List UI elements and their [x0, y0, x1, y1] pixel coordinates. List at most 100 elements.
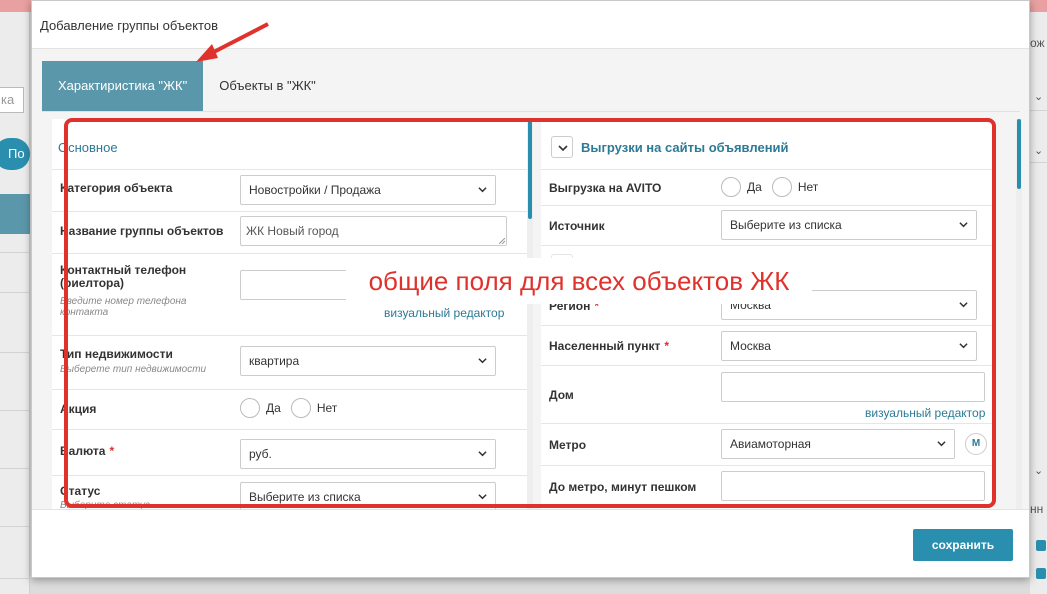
metro-walk-input[interactable] — [721, 471, 985, 501]
background-row-divider — [0, 468, 30, 469]
select-value: Авиамоторная — [730, 437, 811, 451]
field-label: Категория объекта — [60, 181, 173, 195]
location-section-header: Расположение — [541, 245, 995, 285]
field-label: Дом — [549, 388, 574, 402]
field-label: До метро, минут пешком — [549, 480, 697, 494]
field-row-metro: Метро Авиамоторная M — [541, 423, 995, 465]
field-row-category: Категория объекта Новостройки / Продажа — [52, 169, 528, 211]
save-button[interactable]: сохранить — [913, 529, 1013, 561]
select-value: руб. — [249, 447, 272, 461]
chevron-down-icon[interactable]: ⌄ — [1034, 144, 1043, 157]
chevron-down-icon — [937, 441, 946, 447]
calendar-icon[interactable] — [1036, 568, 1046, 579]
promo-radio-group: Да Нет — [240, 398, 347, 418]
background-row-divider — [0, 526, 30, 527]
field-label: Источник — [549, 219, 605, 233]
chevron-down-icon[interactable]: ⌄ — [1034, 90, 1043, 103]
field-label: Населенный пункт * — [549, 339, 669, 353]
field-label: Контактный телефон (риелтора) — [60, 263, 187, 290]
field-hint: Введите номер телефона контакта — [60, 296, 187, 318]
metro-select[interactable]: Авиамоторная — [721, 429, 955, 459]
locality-select[interactable]: Москва — [721, 331, 977, 361]
field-label: Название группы объектов — [60, 224, 224, 238]
field-hint: Выберите статус — [60, 500, 150, 509]
section-title-main: Основное — [58, 140, 118, 155]
radio-label: Да — [747, 180, 762, 194]
select-value: Новостройки / Продажа — [249, 183, 381, 197]
field-label: Регион * — [549, 299, 599, 313]
chevron-down-icon — [478, 494, 487, 500]
collapse-exports-button[interactable] — [551, 136, 573, 158]
visual-editor-link[interactable]: визуальный редактор — [384, 306, 504, 320]
group-name-input[interactable]: ЖК Новый город — [240, 216, 507, 246]
status-select[interactable]: Выберите из списка — [240, 482, 496, 509]
source-select[interactable]: Выберите из списка — [721, 210, 977, 240]
field-row-group-name: Название группы объектов ЖК Новый город — [52, 211, 528, 253]
calendar-icon[interactable] — [1036, 540, 1046, 551]
region-select[interactable]: Москва — [721, 290, 977, 320]
field-label: Акция — [60, 402, 97, 416]
field-label: Тип недвижимости — [60, 347, 173, 361]
background-primary-button[interactable]: По — [0, 138, 30, 170]
chevron-down-icon[interactable]: ⌄ — [1034, 464, 1043, 477]
tab-characteristics[interactable]: Характиристика "ЖК" — [42, 61, 204, 111]
promo-radio-no[interactable] — [290, 398, 311, 418]
radio-label: Да — [266, 401, 281, 415]
avito-radio-yes[interactable] — [721, 177, 741, 197]
section-title-location: Расположение — [581, 258, 663, 272]
chevron-down-icon — [959, 222, 968, 228]
field-row-house: Дом визуальный редактор — [541, 365, 995, 423]
category-select[interactable]: Новостройки / Продажа — [240, 175, 496, 205]
field-label: Метро — [549, 438, 587, 452]
promo-radio-yes[interactable] — [240, 398, 260, 418]
currency-select[interactable]: руб. — [240, 439, 496, 469]
collapse-location-button[interactable] — [551, 254, 573, 276]
visual-editor-link[interactable]: визуальный редактор — [865, 406, 985, 420]
field-label: Выгрузка на AVITO — [549, 181, 662, 195]
metro-map-icon[interactable]: M — [965, 433, 987, 455]
right-pane: Выгрузки на сайты объявлений Выгрузка на… — [541, 119, 995, 509]
tab-divider — [42, 111, 1020, 112]
background-row-divider — [0, 252, 30, 253]
select-value: Выберите из списка — [249, 490, 361, 504]
field-label-text: Регион — [549, 299, 591, 313]
select-value: Выберите из списка — [730, 218, 842, 232]
select-value: Москва — [730, 298, 771, 312]
field-label: Статус — [60, 484, 101, 498]
field-row-locality: Населенный пункт * Москва — [541, 325, 995, 365]
field-row-source: Источник Выберите из списка — [541, 205, 995, 245]
chevron-down-icon — [558, 145, 568, 152]
tab-objects[interactable]: Объекты в "ЖК" — [203, 61, 332, 111]
avito-radio-group: Да Нет — [721, 177, 828, 197]
field-label-text: Валюта — [60, 444, 106, 458]
property-type-select[interactable]: квартира — [240, 346, 496, 376]
house-input[interactable] — [721, 372, 985, 402]
background-search-input[interactable]: ка — [0, 87, 24, 113]
avito-radio-no[interactable] — [771, 177, 792, 197]
background-table-header — [0, 194, 30, 234]
chevron-down-icon — [478, 451, 487, 457]
phone-input[interactable] — [240, 270, 507, 300]
select-value: квартира — [249, 354, 300, 368]
background-row-divider — [0, 292, 30, 293]
required-marker: * — [109, 444, 115, 458]
right-pane-scrollbar[interactable] — [1016, 119, 1022, 509]
background-row-divider — [1030, 162, 1047, 163]
left-pane: Основное Категория объекта Новостройки /… — [52, 119, 528, 509]
chevron-down-icon — [478, 187, 487, 193]
background-row-divider — [0, 352, 30, 353]
field-row-promo: Акция Да Нет — [52, 389, 528, 429]
chevron-down-icon — [959, 343, 968, 349]
background-left-strip: ка По — [0, 12, 30, 594]
field-label: Валюта * — [60, 444, 114, 458]
scrollbar-thumb[interactable] — [528, 119, 532, 219]
background-text-fragment: ож — [1030, 36, 1045, 50]
field-row-status: Статус Выберите статус Выберите из списк… — [52, 475, 528, 509]
background-right-strip: ож ⌄ ⌄ ⌄ нн — [1030, 12, 1047, 594]
background-row-divider — [1030, 110, 1047, 111]
resize-grip-icon[interactable] — [499, 238, 505, 244]
left-pane-scrollbar[interactable] — [527, 119, 533, 509]
scrollbar-thumb[interactable] — [1017, 119, 1021, 189]
field-row-property-type: Тип недвижимости Выберете тип недвижимос… — [52, 335, 528, 389]
field-row-phone: Контактный телефон (риелтора) Введите но… — [52, 253, 528, 335]
